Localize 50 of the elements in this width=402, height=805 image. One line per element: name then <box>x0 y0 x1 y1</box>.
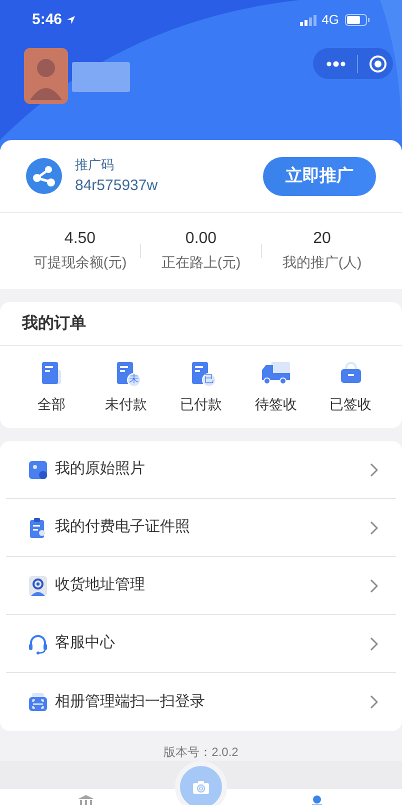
menu-item[interactable]: 相册管理端扫一扫登录 <box>6 673 396 731</box>
clipboard-icon <box>28 516 48 538</box>
bank-icon[interactable] <box>76 795 94 805</box>
stat-label: 可提现余额(元) <box>33 253 127 272</box>
menu-item-label: 我的付费电子证件照 <box>55 517 190 538</box>
stat-label: 我的推广(人) <box>282 253 362 272</box>
chevron-right-icon <box>370 636 378 650</box>
capsule-menu[interactable] <box>313 48 393 79</box>
menu-item-label: 相册管理端扫一扫登录 <box>55 692 205 712</box>
menu-item[interactable]: 客服中心 <box>6 615 396 673</box>
status-badge: 未 <box>127 372 142 386</box>
menu-item-label: 收货地址管理 <box>55 575 145 596</box>
order-status-item[interactable]: 待签收 <box>238 360 314 414</box>
stat-value: 20 <box>313 229 331 249</box>
order-status-item[interactable]: 全部 <box>14 360 89 414</box>
order-status-item[interactable]: 已 已付款 <box>164 360 238 414</box>
chevron-right-icon <box>370 462 378 476</box>
more-icon[interactable] <box>326 60 346 66</box>
chevron-right-icon <box>370 578 378 592</box>
menu-item-label: 客服中心 <box>55 633 115 654</box>
location-arrow-icon <box>66 15 76 25</box>
close-icon[interactable] <box>369 54 387 72</box>
stat-label: 正在路上(元) <box>161 253 241 272</box>
promo-code: 84r575937w <box>75 176 158 196</box>
stat-value: 0.00 <box>185 229 217 249</box>
status-time: 5:46 <box>32 10 62 30</box>
menu-item[interactable]: 收货地址管理 <box>6 557 396 615</box>
signal-icon <box>300 14 317 26</box>
location-pin-icon <box>28 574 48 596</box>
stat-value: 4.50 <box>64 229 96 249</box>
share-icon <box>26 158 62 194</box>
blurred-name <box>72 62 130 92</box>
avatar-icon <box>24 48 68 104</box>
battery-icon <box>345 14 370 26</box>
chevron-right-icon <box>370 695 378 709</box>
menu-item[interactable]: 我的付费电子证件照 <box>6 499 396 557</box>
version-text: 版本号：2.0.2 <box>164 745 238 757</box>
headset-icon <box>28 632 48 654</box>
promo-code-label: 推广码 <box>75 156 115 174</box>
order-status-item[interactable]: 未 未付款 <box>88 360 164 414</box>
photo-icon <box>28 458 48 480</box>
menu-item-label: 我的原始照片 <box>55 459 145 480</box>
chevron-right-icon <box>370 520 378 534</box>
orders-title: 我的订单 <box>22 314 86 334</box>
network-label: 4G <box>322 11 339 30</box>
menu-item[interactable]: 我的原始照片 <box>6 441 396 499</box>
promote-button[interactable]: 立即推广 <box>263 156 376 196</box>
truck-icon <box>260 360 291 386</box>
order-status-item[interactable]: 已签收 <box>313 360 388 414</box>
scan-icon <box>28 691 48 713</box>
